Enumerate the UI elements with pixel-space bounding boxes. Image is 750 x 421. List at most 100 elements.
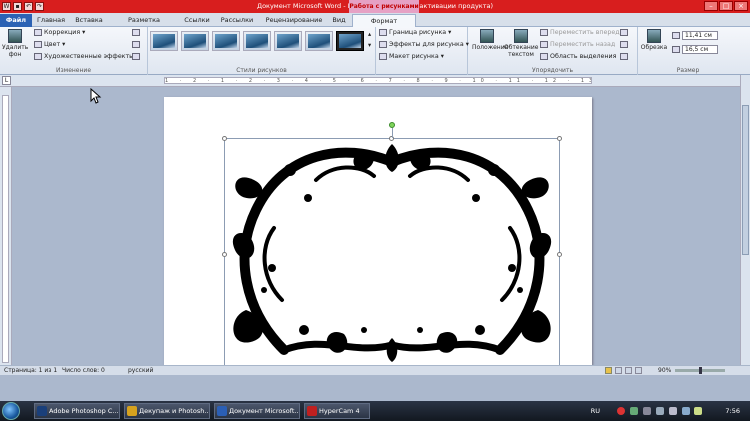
start-button[interactable] bbox=[2, 402, 20, 420]
send-backward-button[interactable]: Переместить назад bbox=[540, 41, 615, 48]
bring-forward-icon bbox=[540, 29, 548, 36]
picture-style-thumb[interactable] bbox=[212, 31, 240, 51]
scrollbar-thumb[interactable] bbox=[742, 105, 749, 255]
tab-file[interactable]: Файл bbox=[0, 14, 32, 27]
group-picture-tools: Граница рисунка ▾ Эффекты для рисунка ▾ Ма… bbox=[376, 27, 469, 75]
selection-pane-label: Область выделения bbox=[550, 53, 617, 60]
picture-style-thumb[interactable] bbox=[181, 31, 209, 51]
photoshop-icon bbox=[37, 406, 47, 416]
full-screen-icon[interactable] bbox=[615, 367, 622, 374]
picture-layout-label: Макет рисунка bbox=[389, 53, 439, 60]
network-icon[interactable] bbox=[656, 407, 664, 415]
page-count[interactable]: Страница: 1 из 1 bbox=[4, 366, 57, 375]
artistic-effects-button[interactable]: Художественные эффекты▾ bbox=[34, 53, 139, 60]
color-icon bbox=[34, 41, 42, 48]
ruler-band-vertical bbox=[2, 95, 9, 363]
reset-picture-button[interactable] bbox=[132, 53, 140, 60]
web-layout-icon[interactable] bbox=[625, 367, 632, 374]
tray-app-icon[interactable] bbox=[682, 407, 690, 415]
chevron-down-icon: ▾ bbox=[448, 29, 452, 36]
maximize-button[interactable]: □ bbox=[719, 1, 733, 11]
resize-handle-e[interactable] bbox=[557, 252, 562, 257]
resize-handle-ne[interactable] bbox=[557, 136, 562, 141]
group-objects-button[interactable] bbox=[620, 41, 628, 48]
picture-style-thumb[interactable] bbox=[336, 31, 364, 51]
corrections-label: Коррекция bbox=[44, 29, 81, 36]
outline-icon[interactable] bbox=[635, 367, 642, 374]
tab-review[interactable]: Рецензирование bbox=[262, 14, 326, 27]
remove-background-button[interactable]: Удалить фон bbox=[2, 29, 28, 58]
layout-icon bbox=[379, 53, 387, 60]
picture-border-button[interactable]: Граница рисунка ▾ bbox=[379, 29, 451, 36]
tab-format[interactable]: Формат bbox=[352, 14, 416, 27]
record-icon[interactable] bbox=[617, 407, 625, 415]
tab-insert[interactable]: Вставка bbox=[72, 14, 106, 27]
crop-button[interactable]: Обрезка bbox=[640, 29, 668, 51]
close-button[interactable]: × bbox=[734, 1, 748, 11]
gallery-scroll[interactable]: ▴ ▾ bbox=[368, 31, 371, 49]
language-indicator[interactable]: русский bbox=[128, 366, 153, 375]
word-icon bbox=[217, 406, 227, 416]
horizontal-ruler[interactable]: L 1 · 2 · 1 · 2 · 3 · 4 · 5 · 6 · 7 · 8 … bbox=[0, 75, 750, 87]
ribbon-tabs: Файл Главная Вставка Разметка страницы С… bbox=[0, 13, 750, 36]
word-count[interactable]: Число слов: 0 bbox=[62, 366, 105, 375]
height-spinner[interactable]: 11,41 см bbox=[672, 31, 718, 40]
print-layout-icon[interactable] bbox=[605, 367, 612, 374]
picture-style-thumb[interactable] bbox=[243, 31, 271, 51]
width-input[interactable]: 16,5 см bbox=[682, 45, 718, 54]
picture-effects-button[interactable]: Эффекты для рисунка ▾ bbox=[379, 41, 469, 48]
zoom-slider[interactable] bbox=[675, 367, 725, 374]
tray-app-icon[interactable] bbox=[630, 407, 638, 415]
rotate-button[interactable] bbox=[620, 53, 628, 60]
tray-app-icon[interactable] bbox=[694, 407, 702, 415]
vertical-scrollbar[interactable] bbox=[740, 75, 750, 365]
chevron-down-icon[interactable]: ▾ bbox=[368, 42, 371, 49]
clock[interactable]: 7:56 bbox=[725, 401, 740, 421]
height-input[interactable]: 11,41 см bbox=[682, 31, 718, 40]
wrap-text-button[interactable]: Обтекание текстом bbox=[504, 29, 538, 58]
remove-background-label: Удалить фон bbox=[2, 44, 29, 58]
taskbar-item-photoshop[interactable]: Adobe Photoshop C... bbox=[34, 403, 120, 419]
taskbar-item-hypercam[interactable]: HyperCam 4 bbox=[304, 403, 370, 419]
tab-view[interactable]: Вид bbox=[330, 14, 348, 27]
tab-selector[interactable]: L bbox=[2, 76, 11, 85]
picture-style-thumb[interactable] bbox=[150, 31, 178, 51]
width-spinner[interactable]: 16,5 см bbox=[672, 45, 718, 54]
zoom-level[interactable]: 90% bbox=[658, 366, 671, 375]
picture-layout-button[interactable]: Макет рисунка ▾ bbox=[379, 53, 444, 60]
zoom-slider-thumb[interactable] bbox=[699, 367, 702, 374]
bring-forward-button[interactable]: Переместить вперед bbox=[540, 29, 620, 36]
position-button[interactable]: Положение bbox=[472, 29, 508, 51]
tab-page-layout[interactable]: Разметка страницы bbox=[112, 14, 176, 36]
resize-handle-nw[interactable] bbox=[222, 136, 227, 141]
resize-handle-w[interactable] bbox=[222, 252, 227, 257]
group-arrange: Положение Обтекание текстом Переместить … bbox=[468, 27, 638, 75]
wrap-text-icon bbox=[514, 29, 528, 43]
wrap-text-label: Обтекание текстом bbox=[504, 44, 539, 58]
selection-pane-button[interactable]: Область выделения bbox=[540, 53, 616, 60]
picture-style-thumb[interactable] bbox=[274, 31, 302, 51]
tab-home[interactable]: Главная bbox=[36, 14, 66, 27]
tab-mailings[interactable]: Рассылки bbox=[218, 14, 256, 27]
tray-app-icon[interactable] bbox=[643, 407, 651, 415]
chevron-up-icon[interactable]: ▴ bbox=[368, 31, 371, 38]
vertical-ruler[interactable] bbox=[0, 87, 12, 365]
change-picture-button[interactable] bbox=[132, 41, 140, 48]
position-icon bbox=[480, 29, 494, 43]
browser-icon bbox=[127, 406, 137, 416]
align-button[interactable] bbox=[620, 29, 628, 36]
compress-pictures-button[interactable] bbox=[132, 29, 140, 36]
position-label: Положение bbox=[472, 44, 509, 51]
group-label-styles: Стили рисунков bbox=[236, 67, 287, 74]
language-indicator-tray[interactable]: RU bbox=[591, 401, 600, 421]
taskbar-item-word[interactable]: Документ Microsoft... bbox=[214, 403, 300, 419]
taskbar-item-browser[interactable]: Декупаж и Photosh... bbox=[124, 403, 210, 419]
corrections-button[interactable]: Коррекция ▾ bbox=[34, 29, 85, 36]
picture-selection-box bbox=[224, 138, 560, 370]
picture-style-thumb[interactable] bbox=[305, 31, 333, 51]
volume-icon[interactable] bbox=[669, 407, 677, 415]
color-button[interactable]: Цвет ▾ bbox=[34, 41, 65, 48]
minimize-button[interactable]: – bbox=[704, 1, 718, 11]
effects-icon bbox=[379, 41, 387, 48]
tab-references[interactable]: Ссылки bbox=[182, 14, 212, 27]
